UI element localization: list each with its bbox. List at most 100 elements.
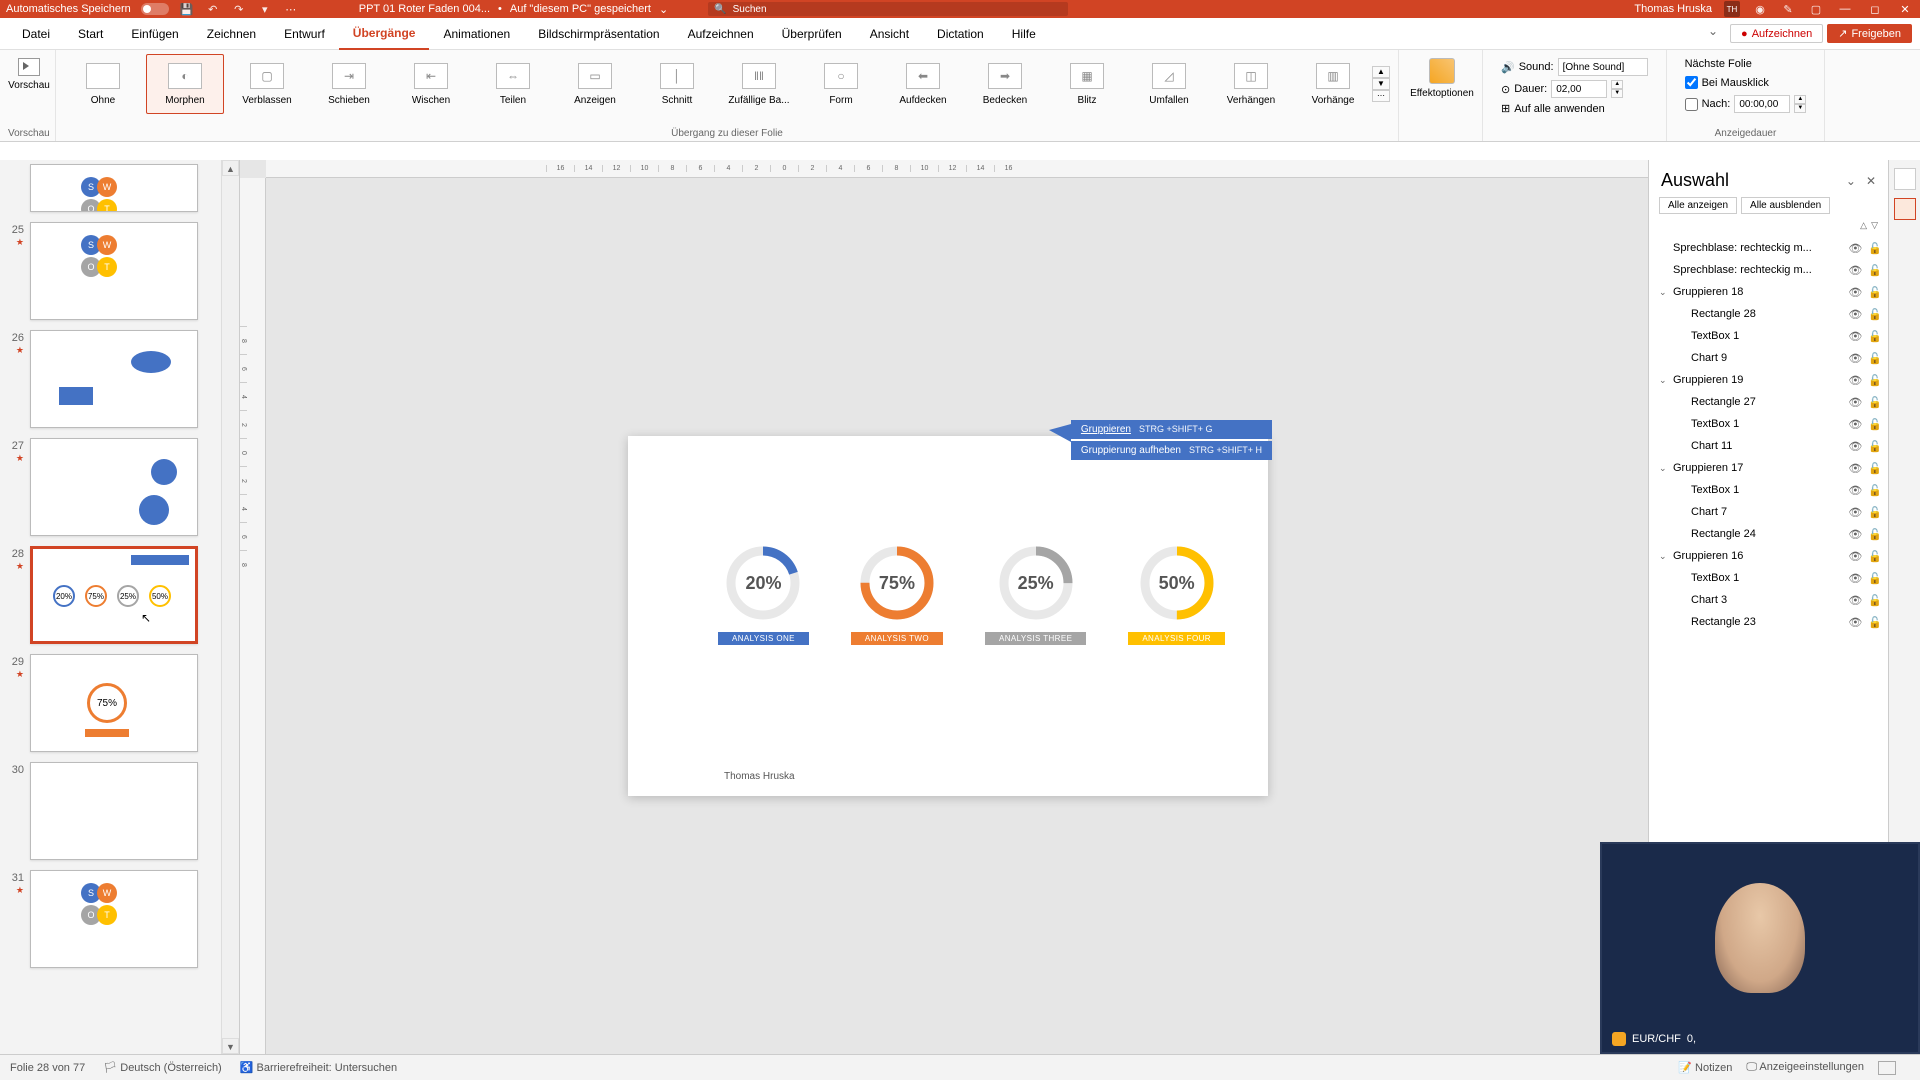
transition-anzeigen[interactable]: ▭Anzeigen <box>556 54 634 114</box>
side-tool-selection[interactable] <box>1894 198 1916 220</box>
lock-icon[interactable]: 🔓 <box>1868 264 1882 277</box>
selection-item[interactable]: Sprechblase: rechteckig m...👁🔓 <box>1655 259 1882 281</box>
lock-icon[interactable]: 🔓 <box>1868 550 1882 563</box>
language-indicator[interactable]: 🏳 Deutsch (Österreich) <box>103 1061 222 1074</box>
selection-item[interactable]: ⌄Gruppieren 16👁🔓 <box>1655 545 1882 567</box>
selection-item[interactable]: Rectangle 24👁🔓 <box>1655 523 1882 545</box>
lock-icon[interactable]: 🔓 <box>1868 242 1882 255</box>
selection-item[interactable]: TextBox 1👁🔓 <box>1655 325 1882 347</box>
redo-icon[interactable]: ↷ <box>231 1 247 17</box>
tab-dictation[interactable]: Dictation <box>923 18 998 50</box>
visibility-icon[interactable]: 👁 <box>1848 528 1862 541</box>
close-button[interactable]: ✕ <box>1896 3 1914 16</box>
slide-thumbnail-27[interactable] <box>30 438 198 536</box>
visibility-icon[interactable]: 👁 <box>1848 352 1862 365</box>
visibility-icon[interactable]: 👁 <box>1848 616 1862 629</box>
lock-icon[interactable]: 🔓 <box>1868 374 1882 387</box>
slide-thumbnail-31[interactable]: SWOT <box>30 870 198 968</box>
pane-dropdown-icon[interactable]: ⌄ <box>1846 174 1856 188</box>
transition-zuflligeba[interactable]: ‖‖Zufällige Ba... <box>720 54 798 114</box>
slide-thumbnail-26[interactable] <box>30 330 198 428</box>
visibility-icon[interactable]: 👁 <box>1848 462 1862 475</box>
autosave-toggle[interactable] <box>141 3 169 15</box>
transition-verblassen[interactable]: ▢Verblassen <box>228 54 306 114</box>
tab-datei[interactable]: Datei <box>8 18 64 50</box>
slide-thumbnail-30[interactable] <box>30 762 198 860</box>
show-all-button[interactable]: Alle anzeigen <box>1659 197 1737 214</box>
chevron-down-icon[interactable]: ⌄ <box>659 3 668 16</box>
lock-icon[interactable]: 🔓 <box>1868 528 1882 541</box>
slide-thumbnail-25[interactable]: SWOT <box>30 222 198 320</box>
pen-icon[interactable]: ✎ <box>1780 1 1796 17</box>
visibility-icon[interactable]: 👁 <box>1848 550 1862 563</box>
selection-item[interactable]: TextBox 1👁🔓 <box>1655 567 1882 589</box>
selection-item[interactable]: Rectangle 23👁🔓 <box>1655 611 1882 633</box>
tab-aufzeichnen[interactable]: Aufzeichnen <box>674 18 768 50</box>
transition-blitz[interactable]: ▦Blitz <box>1048 54 1126 114</box>
effect-options-button[interactable]: Effektoptionen <box>1407 54 1477 99</box>
duration-input[interactable] <box>1551 80 1607 98</box>
maximize-button[interactable]: ◻ <box>1866 3 1884 16</box>
transition-form[interactable]: ○Form <box>802 54 880 114</box>
coming-soon-icon[interactable]: ◉ <box>1752 1 1768 17</box>
record-button[interactable]: ● Aufzeichnen <box>1730 24 1823 43</box>
touch-icon[interactable]: ⋯ <box>283 1 299 17</box>
tab-bildschirmpräsentation[interactable]: Bildschirmpräsentation <box>524 18 673 50</box>
lock-icon[interactable]: 🔓 <box>1868 462 1882 475</box>
selection-item[interactable]: Chart 9👁🔓 <box>1655 347 1882 369</box>
window-icon[interactable]: ▢ <box>1808 1 1824 17</box>
transition-schieben[interactable]: ⇥Schieben <box>310 54 388 114</box>
lock-icon[interactable]: 🔓 <box>1868 484 1882 497</box>
donut-chart-3[interactable]: 25%ANALYSIS THREE <box>985 544 1086 645</box>
tab-einfügen[interactable]: Einfügen <box>117 18 192 50</box>
save-icon[interactable]: 💾 <box>179 1 195 17</box>
visibility-icon[interactable]: 👁 <box>1848 264 1862 277</box>
move-down-icon[interactable]: ▽ <box>1871 220 1878 231</box>
undo-icon[interactable]: ↶ <box>205 1 221 17</box>
user-name[interactable]: Thomas Hruska <box>1634 3 1712 15</box>
visibility-icon[interactable]: 👁 <box>1848 484 1862 497</box>
after-checkbox[interactable] <box>1685 98 1698 111</box>
selection-item[interactable]: Sprechblase: rechteckig m...👁🔓 <box>1655 237 1882 259</box>
lock-icon[interactable]: 🔓 <box>1868 506 1882 519</box>
notes-button[interactable]: 📝 Notizen <box>1678 1061 1732 1074</box>
after-input[interactable] <box>1734 95 1790 113</box>
tab-animationen[interactable]: Animationen <box>429 18 524 50</box>
lock-icon[interactable]: 🔓 <box>1868 352 1882 365</box>
transition-bedecken[interactable]: ➡Bedecken <box>966 54 1044 114</box>
share-button[interactable]: ↗ Freigeben <box>1827 24 1912 43</box>
transition-aufdecken[interactable]: ⬅Aufdecken <box>884 54 962 114</box>
tab-start[interactable]: Start <box>64 18 117 50</box>
donut-chart-1[interactable]: 20%ANALYSIS ONE <box>718 544 809 645</box>
visibility-icon[interactable]: 👁 <box>1848 330 1862 343</box>
lock-icon[interactable]: 🔓 <box>1868 594 1882 607</box>
transition-schnitt[interactable]: │Schnitt <box>638 54 716 114</box>
transition-verhngen[interactable]: ◫Verhängen <box>1212 54 1290 114</box>
search-box[interactable]: 🔍 Suchen <box>708 2 1068 16</box>
tab-hilfe[interactable]: Hilfe <box>998 18 1050 50</box>
lock-icon[interactable]: 🔓 <box>1868 440 1882 453</box>
sound-select[interactable] <box>1558 58 1648 76</box>
transition-ohne[interactable]: Ohne <box>64 54 142 114</box>
donut-chart-2[interactable]: 75%ANALYSIS TWO <box>851 544 943 645</box>
user-avatar[interactable]: TH <box>1724 1 1740 17</box>
preview-button[interactable]: Vorschau <box>8 54 50 91</box>
tab-übergänge[interactable]: Übergänge <box>339 18 430 50</box>
visibility-icon[interactable]: 👁 <box>1848 506 1862 519</box>
callout-ungroup[interactable]: Gruppierung aufhebenSTRG +SHIFT+ H <box>1071 441 1272 460</box>
visibility-icon[interactable]: 👁 <box>1848 242 1862 255</box>
lock-icon[interactable]: 🔓 <box>1868 418 1882 431</box>
display-settings-button[interactable]: 🖵 Anzeigeeinstellungen <box>1746 1061 1864 1074</box>
tab-ansicht[interactable]: Ansicht <box>856 18 923 50</box>
selection-item[interactable]: Chart 11👁🔓 <box>1655 435 1882 457</box>
slide-counter[interactable]: Folie 28 von 77 <box>10 1062 85 1074</box>
selection-item[interactable]: ⌄Gruppieren 17👁🔓 <box>1655 457 1882 479</box>
visibility-icon[interactable]: 👁 <box>1848 308 1862 321</box>
selection-item[interactable]: Chart 3👁🔓 <box>1655 589 1882 611</box>
selection-item[interactable]: ⌄Gruppieren 19👁🔓 <box>1655 369 1882 391</box>
lock-icon[interactable]: 🔓 <box>1868 572 1882 585</box>
visibility-icon[interactable]: 👁 <box>1848 572 1862 585</box>
on-click-checkbox[interactable] <box>1685 76 1698 89</box>
hide-all-button[interactable]: Alle ausblenden <box>1741 197 1830 214</box>
visibility-icon[interactable]: 👁 <box>1848 440 1862 453</box>
